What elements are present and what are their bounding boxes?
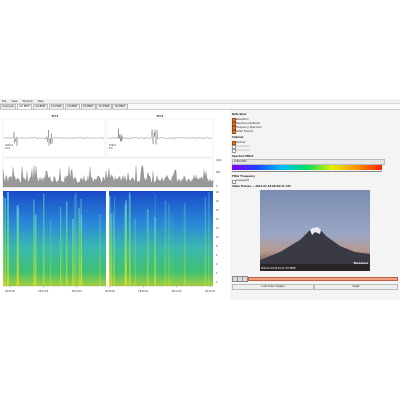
time-tick-label: 08:12:00 — [205, 290, 215, 293]
opt-video: Video Frames — [236, 129, 253, 133]
opt-waveform: Waveform — [236, 117, 249, 121]
left-plot-title: BEKE — [52, 114, 59, 118]
spectrogram-stripe — [50, 218, 52, 286]
spectrogram-stripe — [4, 198, 6, 286]
spectrogram-stripe — [72, 219, 74, 286]
frame-caption-left: 2014-07-18 09:26:21 UTC BEKE — [261, 267, 296, 270]
tab-overview[interactable]: Overview — [0, 104, 17, 109]
spectrogram-stripe — [164, 200, 167, 286]
tab-2[interactable]: CG BEKT — [32, 104, 49, 109]
amp-scale-1: 500 — [216, 171, 221, 174]
spectrogram-stripe — [129, 194, 131, 286]
spectrogram-stripe — [171, 212, 173, 286]
empty-area — [0, 301, 400, 400]
tab-5[interactable]: CG BEKT — [80, 104, 96, 109]
spectrogram-stripe — [3, 196, 4, 286]
amp-scale-2: 0 — [216, 185, 218, 188]
tab-6[interactable]: CG ESNE — [96, 104, 112, 109]
time-tick-label: 08:04:00 — [72, 290, 82, 293]
spectral-header: Spectral Offset — [232, 155, 254, 158]
spectrogram-scale: 20181614121086420 — [216, 191, 219, 284]
frequency-scale — [232, 171, 382, 174]
spectrogram-stripe — [99, 214, 101, 286]
spectro-scale-label: 0 — [216, 281, 218, 284]
tab-7[interactable]: CG BEKT — [112, 104, 128, 109]
spectrogram-stripe — [80, 214, 83, 286]
frequency-colorbar[interactable] — [232, 165, 382, 170]
menu-view[interactable]: View — [11, 100, 17, 103]
spectrogram-stripe — [208, 191, 210, 286]
opt-earthquake: Earthquake — [236, 148, 251, 152]
spectro-scale-label: 20 — [216, 191, 219, 194]
spectrogram-stripe — [33, 214, 35, 286]
video-progress[interactable] — [248, 277, 398, 281]
frame-caption-right: Tarawasi — [353, 261, 368, 265]
time-tick-label: 08:10:00 — [172, 290, 182, 293]
spectrogram-stripe — [74, 192, 77, 286]
spectrogram-stripe — [7, 191, 9, 286]
time-tick-label: 08:06:00 — [105, 290, 115, 293]
spectro-scale-label: 4 — [216, 263, 218, 266]
opt-north-east: North/East — [236, 144, 250, 148]
spectro-scale-label: 8 — [216, 245, 218, 248]
spectrogram-stripe — [65, 201, 68, 286]
tab-4[interactable]: CG BEKT — [64, 104, 80, 109]
opt-vertical: Vertical — [236, 140, 246, 144]
menu-window[interactable]: Window — [23, 100, 33, 103]
right-plot-title: BEKE — [157, 114, 164, 118]
spectrogram-stripe — [204, 196, 206, 286]
spectrogram-stripe — [124, 204, 127, 286]
tab-3[interactable]: CG ESNE — [48, 104, 65, 109]
time-tick-label: 08:02:00 — [38, 290, 48, 293]
time-ticks: 08:00:00 08:02:00 08:04:00 08:06:00 08:08:00… — [5, 286, 216, 293]
spectrogram-stripe — [43, 193, 45, 286]
spectrogram-stripe — [154, 217, 156, 286]
load-video-button[interactable]: Load Video Chapter — [232, 284, 314, 290]
channel-header: Channel — [232, 136, 244, 139]
menu-file[interactable]: File — [2, 100, 6, 103]
spectrogram-stripe — [110, 213, 112, 286]
right-waveform-box — [106, 118, 214, 158]
volcano-image — [260, 227, 370, 271]
spectrogram-stripe — [74, 195, 75, 286]
spectro-scale-label: 16 — [216, 209, 219, 212]
menu-help[interactable]: Help — [38, 100, 44, 103]
spectro-scale-label: 12 — [216, 227, 219, 230]
video-frame: 2014-07-18 09:26:21 UTC BEKE Tarawasi — [260, 190, 370, 271]
reset-button[interactable]: Reset — [314, 284, 398, 290]
spectro-scale-label: 10 — [216, 236, 219, 239]
spectro-scale-label: 18 — [216, 200, 219, 203]
spectrogram-stripe — [61, 217, 63, 286]
plot-svg: BEKE BEKE Helihut 15.8 ST014 8.8 1000 50… — [2, 114, 222, 293]
time-tick-label: 08:00:00 — [5, 290, 15, 293]
filter-option: Lowpass/5 — [236, 179, 250, 182]
left-sub-2: 15.8 — [5, 147, 10, 150]
data-view-header: Data View — [232, 113, 247, 116]
spectro-scale-label: 6 — [216, 254, 218, 257]
spectrogram-stripe — [168, 204, 170, 286]
spectrogram-stripe — [34, 214, 37, 286]
amp-scale-0: 1000 — [216, 159, 222, 162]
spectrogram-stripe — [60, 206, 62, 286]
spectrogram-stripe — [112, 212, 115, 286]
spectro-scale-label: 14 — [216, 218, 219, 221]
tab-cal[interactable]: Cal BEKT — [16, 104, 33, 109]
spectrogram-stripe — [17, 208, 19, 286]
control-panel: Data View Waveform Spectral Amplitude Fr… — [230, 110, 400, 300]
spectrogram-stripe — [146, 208, 149, 286]
spectrogram-gap — [106, 191, 109, 286]
opt-frequency: Frequency Spectrum — [236, 125, 262, 129]
spectrogram-stripe — [183, 203, 186, 286]
time-tick-label: 08:08:00 — [138, 290, 148, 293]
opt-spectral-amp: Spectral Amplitude — [236, 121, 260, 125]
filter-header: Filter Frequency — [232, 175, 256, 178]
spectrogram-stripe — [134, 218, 136, 286]
spectrogram-stripe — [78, 208, 80, 286]
spectro-scale-label: 2 — [216, 272, 218, 275]
right-sub-2: 8.8 — [109, 147, 113, 150]
video-header: Video Frames — 2014-07-18 09:26:21 UTC — [232, 185, 292, 188]
plot-panel: BEKE BEKE Helihut 15.8 ST014 8.8 1000 50… — [0, 110, 228, 300]
